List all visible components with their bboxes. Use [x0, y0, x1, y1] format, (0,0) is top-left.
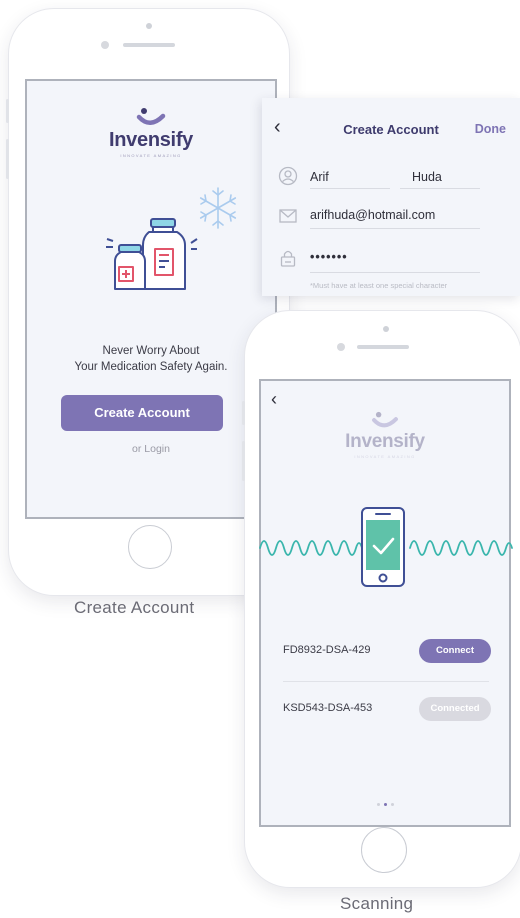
phone-side-button	[242, 401, 245, 425]
device-id: KSD543-DSA-453	[283, 702, 373, 714]
earpiece-speaker	[357, 345, 409, 349]
password-hint: *Must have at least one special characte…	[310, 281, 448, 290]
front-camera	[337, 343, 345, 351]
headline: Never Worry About Your Medication Safety…	[27, 343, 275, 375]
scanning-illustration	[259, 507, 513, 587]
done-button[interactable]: Done	[475, 122, 506, 136]
headline-line-1: Never Worry About	[102, 345, 200, 357]
logo-icon	[136, 108, 166, 125]
device-row: FD8932-DSA-429 Connect	[261, 639, 509, 663]
first-name-underline	[310, 188, 390, 189]
home-button[interactable]	[361, 827, 407, 873]
phone-side-button	[242, 441, 245, 481]
caption-scanning: Scanning	[340, 894, 414, 913]
last-name-underline	[400, 188, 480, 189]
brand-name: Invensify	[345, 431, 425, 452]
smartphone-check-icon	[361, 507, 405, 587]
form-header: ‹ Create Account Done	[262, 98, 520, 156]
brand-tagline: INNOVATE AMAZING	[354, 454, 416, 459]
create-account-button[interactable]: Create Account	[61, 395, 223, 431]
brand-name: Invensify	[109, 129, 193, 151]
signal-wave-left	[259, 540, 363, 556]
home-button[interactable]	[128, 525, 172, 569]
page-dot-active[interactable]	[383, 803, 387, 806]
device-id: FD8932-DSA-429	[283, 644, 371, 656]
page-dot[interactable]	[390, 803, 394, 806]
device-divider	[283, 681, 489, 682]
first-name-input[interactable]: Arif	[310, 170, 329, 184]
connect-button[interactable]: Connect	[419, 639, 491, 663]
login-link[interactable]: or Login	[27, 443, 275, 455]
user-icon	[278, 166, 298, 186]
sensor-dot	[146, 23, 152, 29]
medication-bottles-icon	[106, 218, 198, 290]
snowflake-icon	[199, 187, 237, 229]
password-underline	[310, 272, 480, 273]
earpiece-speaker	[123, 43, 175, 47]
password-input[interactable]: •••••••	[310, 250, 348, 264]
page-dot[interactable]	[376, 803, 380, 806]
create-account-screen: Invensify INNOVATE AMAZING Never Worry A…	[25, 79, 277, 519]
headline-line-2: Your Medication Safety Again.	[74, 361, 228, 373]
lock-icon	[280, 250, 296, 267]
sensor-dot	[383, 326, 389, 332]
caption-create-account: Create Account	[74, 598, 195, 617]
signal-wave-right	[409, 540, 513, 556]
connected-button[interactable]: Connected	[419, 697, 491, 721]
brand-tagline: INNOVATE AMAZING	[120, 153, 182, 158]
email-input[interactable]: arifhuda@hotmail.com	[310, 208, 435, 222]
scanning-screen: ‹ Invensify INNOVATE AMAZING FD8932-DSA-…	[259, 379, 511, 827]
front-camera	[101, 41, 109, 49]
page-indicator	[261, 793, 509, 811]
envelope-icon	[279, 209, 297, 223]
last-name-input[interactable]: Huda	[412, 170, 442, 184]
app-logo: Invensify INNOVATE AMAZING	[27, 107, 275, 158]
device-row: KSD543-DSA-453 Connected	[261, 697, 509, 721]
create-account-form-card: ‹ Create Account Done	[262, 98, 520, 296]
app-logo-faded: Invensify INNOVATE AMAZING	[261, 411, 509, 459]
phone-side-button	[6, 139, 9, 179]
back-chevron-icon[interactable]: ‹	[271, 389, 277, 410]
scanning-phone: ‹ Invensify INNOVATE AMAZING FD8932-DSA-…	[242, 310, 520, 888]
phone-side-button	[6, 99, 9, 123]
logo-icon	[372, 411, 398, 428]
email-underline	[310, 228, 480, 229]
